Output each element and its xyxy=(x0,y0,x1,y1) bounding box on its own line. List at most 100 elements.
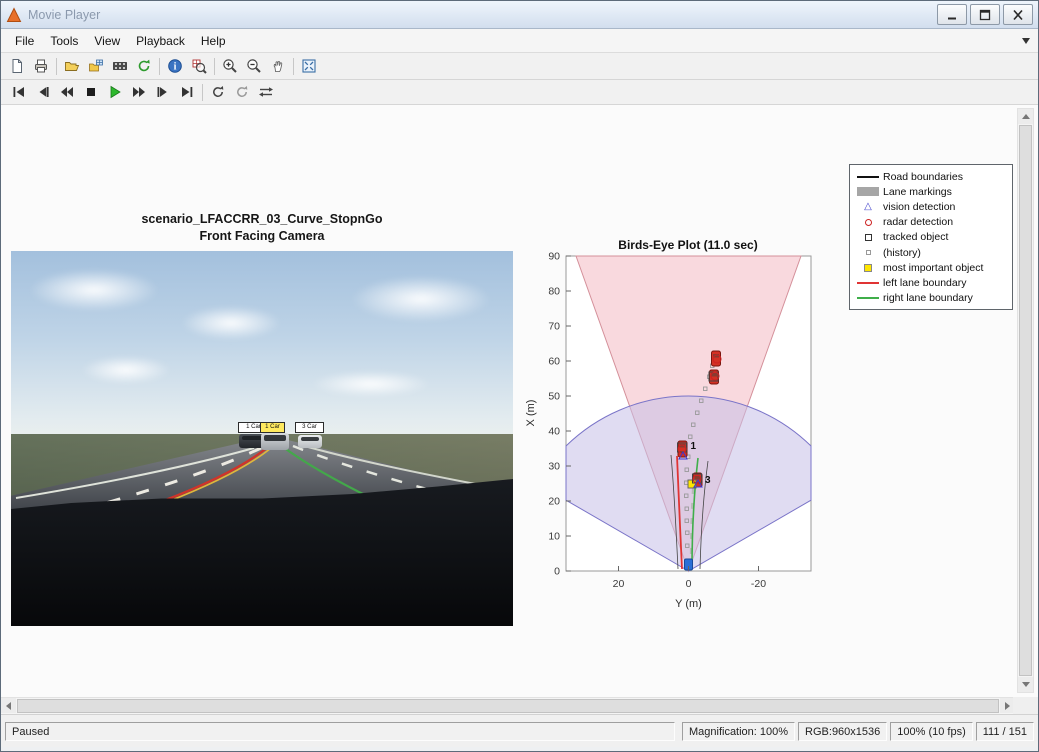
legend-item: radar detection xyxy=(850,215,1012,230)
pan-button[interactable] xyxy=(266,55,290,77)
menu-tools[interactable]: Tools xyxy=(42,31,86,51)
svg-text:30: 30 xyxy=(548,461,560,473)
export-frame-icon xyxy=(89,59,103,72)
menubar-overflow-chevron-icon[interactable] xyxy=(1022,38,1030,44)
camera-title: scenario_LFACCRR_03_Curve_StopnGo Front … xyxy=(11,211,513,245)
playback-toolbar xyxy=(1,80,1038,105)
last-frame-icon xyxy=(182,87,193,97)
legend-item: tracked object xyxy=(850,230,1012,245)
last-frame-button[interactable] xyxy=(175,81,199,103)
status-message: Paused xyxy=(5,721,675,741)
tracked-object-marker-icon xyxy=(853,233,883,241)
fast-forward-button[interactable] xyxy=(127,81,151,103)
step-forward-icon xyxy=(157,87,167,97)
first-frame-button[interactable] xyxy=(7,81,31,103)
new-file-button[interactable] xyxy=(5,55,29,77)
status-magnification[interactable]: Magnification: 100% xyxy=(681,721,796,741)
zoom-out-button[interactable] xyxy=(242,55,266,77)
main-toolbar: i xyxy=(1,53,1038,80)
status-frame-counter: 111 / 151 xyxy=(975,721,1034,741)
menu-help[interactable]: Help xyxy=(193,31,234,51)
scroll-down-arrow[interactable] xyxy=(1018,677,1033,692)
info-button[interactable]: i xyxy=(163,55,187,77)
pixel-region-button[interactable] xyxy=(187,55,211,77)
scroll-left-arrow[interactable] xyxy=(1,698,16,713)
stop-icon xyxy=(87,88,95,96)
svg-text:0: 0 xyxy=(554,566,560,578)
loop-button[interactable] xyxy=(230,81,254,103)
menu-file[interactable]: File xyxy=(7,31,42,51)
stop-button[interactable] xyxy=(79,81,103,103)
matlab-app-icon xyxy=(6,6,22,22)
legend-item: (history) xyxy=(850,245,1012,260)
repeat-icon xyxy=(213,86,224,97)
menu-playback[interactable]: Playback xyxy=(128,31,193,51)
export-movie-button[interactable] xyxy=(108,55,132,77)
info-icon: i xyxy=(168,59,182,73)
toolbar-separator xyxy=(56,57,57,75)
legend-item: △ vision detection xyxy=(850,199,1012,214)
menu-view[interactable]: View xyxy=(86,31,128,51)
print-button[interactable] xyxy=(29,55,53,77)
minimize-button[interactable] xyxy=(937,4,967,25)
vertical-scrollbar-thumb[interactable] xyxy=(1019,125,1032,676)
step-forward-button[interactable] xyxy=(151,81,175,103)
scrollbar-corner xyxy=(1013,697,1038,714)
horizontal-scrollbar-thumb[interactable] xyxy=(17,699,999,713)
svg-text:80: 80 xyxy=(548,286,560,298)
refresh-button[interactable] xyxy=(132,55,156,77)
most-important-object-marker-icon xyxy=(853,263,883,272)
legend-item: Lane markings xyxy=(850,184,1012,199)
y-axis-label: X (m) xyxy=(525,400,537,427)
birds-eye-plot: Birds-Eye Plot (11.0 sec) 1 3 0 10 20 30… xyxy=(525,238,812,610)
vehicle-annotation-label-mio: 1 Car xyxy=(260,422,285,433)
svg-text:90: 90 xyxy=(548,251,560,263)
history-marker-icon xyxy=(853,250,883,256)
new-file-icon xyxy=(12,59,22,73)
legend-item: right lane boundary xyxy=(850,291,1012,306)
legend-item: Road boundaries xyxy=(850,169,1012,184)
vehicle-sprite-mio xyxy=(261,433,289,450)
scroll-up-arrow[interactable] xyxy=(1018,109,1033,124)
svg-text:10: 10 xyxy=(548,531,560,543)
export-frame-button[interactable] xyxy=(84,55,108,77)
fit-to-window-button[interactable] xyxy=(297,55,321,77)
svg-text:70: 70 xyxy=(548,321,560,333)
radar-detection-marker-icon xyxy=(853,218,883,226)
camera-title-line2: Front Facing Camera xyxy=(199,229,325,243)
zoom-out-icon xyxy=(247,59,261,73)
zoom-in-button[interactable] xyxy=(218,55,242,77)
step-back-button[interactable] xyxy=(31,81,55,103)
right-lane-boundary-marker-icon xyxy=(853,297,883,300)
svg-text:20: 20 xyxy=(548,496,560,508)
toolbar-separator xyxy=(202,83,203,101)
open-file-button[interactable] xyxy=(60,55,84,77)
vision-detection-marker-icon: △ xyxy=(864,200,872,212)
x-axis-tick-labels: 20 0 -20 xyxy=(613,578,767,590)
status-resolution: RGB:960x1536 xyxy=(798,721,888,741)
close-button[interactable] xyxy=(1003,4,1033,25)
horizontal-scrollbar[interactable] xyxy=(1,697,1015,714)
rewind-icon xyxy=(61,87,73,97)
vehicle-annotation-label: 3 Car xyxy=(295,422,324,433)
window-title: Movie Player xyxy=(28,7,101,22)
svg-text:60: 60 xyxy=(548,356,560,368)
vertical-scrollbar[interactable] xyxy=(1017,108,1034,693)
svg-text:20: 20 xyxy=(613,578,625,590)
repeat-button[interactable] xyxy=(206,81,230,103)
maximize-icon xyxy=(979,9,991,20)
lane-markings-marker-icon xyxy=(853,187,883,197)
svg-text:40: 40 xyxy=(548,426,560,438)
left-lane-boundary-marker-icon xyxy=(853,281,883,284)
play-icon xyxy=(110,85,121,99)
play-button[interactable] xyxy=(103,81,127,103)
legend-item: most important object xyxy=(850,260,1012,275)
maximize-button[interactable] xyxy=(970,4,1000,25)
rewind-button[interactable] xyxy=(55,81,79,103)
open-folder-icon xyxy=(65,62,80,71)
menu-bar: File Tools View Playback Help xyxy=(1,29,1038,53)
title-bar[interactable]: Movie Player xyxy=(1,1,1038,29)
first-frame-icon xyxy=(13,87,24,97)
toolbar-separator xyxy=(159,57,160,75)
playback-direction-button[interactable] xyxy=(254,81,278,103)
